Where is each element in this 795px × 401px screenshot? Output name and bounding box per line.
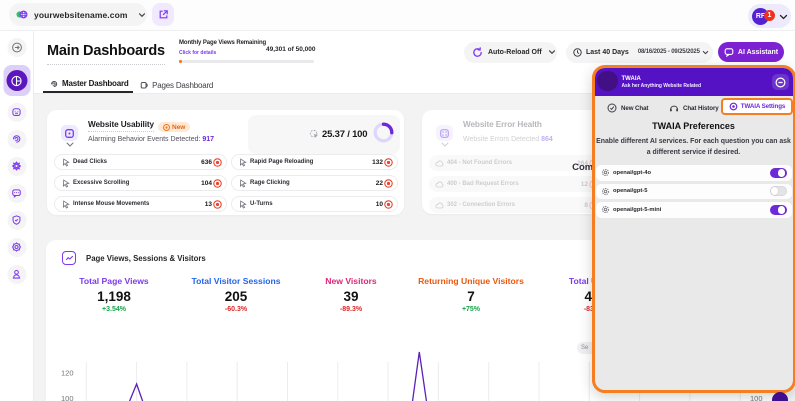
svg-text:100: 100: [61, 394, 74, 401]
svg-text:120: 120: [61, 369, 74, 378]
svg-text:100: 100: [750, 394, 763, 401]
